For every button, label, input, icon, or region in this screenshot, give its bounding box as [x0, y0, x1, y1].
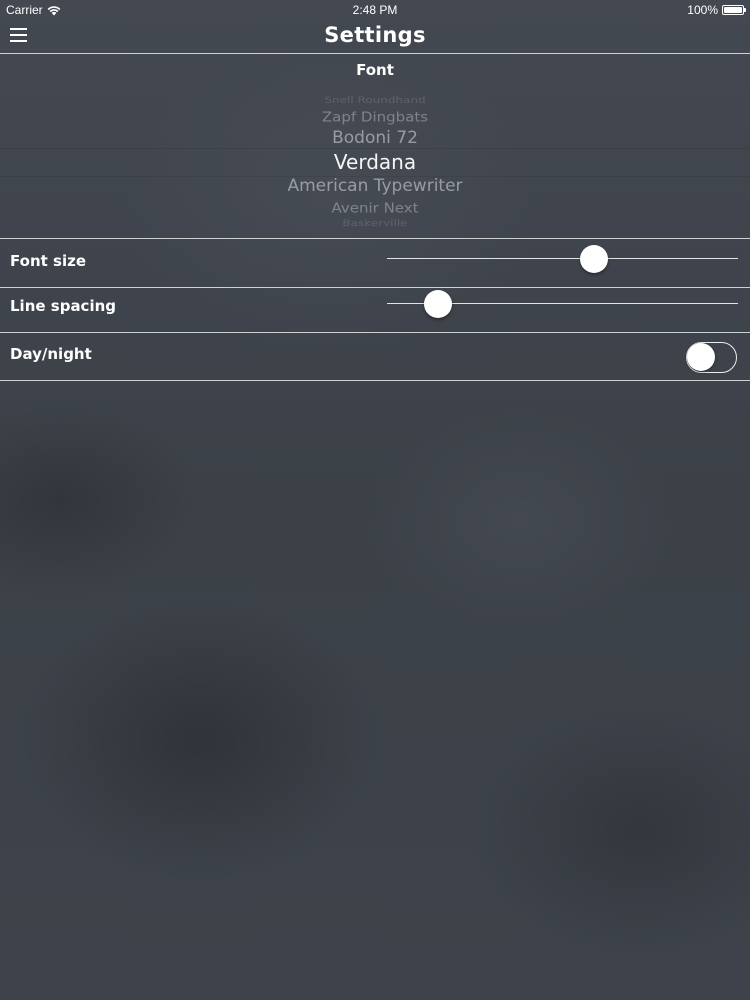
line-spacing-row: Line spacing — [0, 284, 750, 333]
toggle-knob — [687, 343, 715, 371]
font-size-row: Font size — [0, 239, 750, 288]
font-option[interactable]: Snell Roundhand — [0, 95, 750, 105]
nav-bar: Settings — [0, 20, 750, 54]
day-night-row: Day/night — [0, 332, 750, 381]
picker-selection-line-top — [0, 148, 750, 149]
page-title: Settings — [324, 23, 426, 47]
font-option[interactable]: Bodoni 72 — [0, 128, 750, 148]
status-bar: Carrier 2:48 PM 100% — [0, 0, 750, 20]
font-size-label: Font size — [10, 252, 86, 270]
font-size-slider[interactable] — [387, 244, 738, 274]
line-spacing-label: Line spacing — [10, 297, 117, 315]
battery-percent: 100% — [687, 3, 718, 17]
font-picker[interactable]: Snell Roundhand Zapf Dingbats Bodoni 72 … — [0, 88, 750, 228]
day-night-toggle[interactable] — [686, 342, 737, 373]
line-spacing-slider[interactable] — [387, 289, 738, 319]
slider-thumb[interactable] — [423, 290, 452, 318]
slider-thumb[interactable] — [580, 245, 609, 273]
font-option-selected[interactable]: Verdana — [0, 150, 750, 174]
font-section-title: Font — [356, 61, 394, 79]
font-option[interactable]: American Typewriter — [0, 176, 750, 196]
battery-icon — [722, 5, 746, 15]
battery-indicator: 100% — [687, 3, 746, 17]
font-option[interactable]: Avenir Next — [0, 200, 750, 216]
slider-track — [387, 258, 738, 259]
status-time: 2:48 PM — [352, 3, 398, 17]
font-section: Font Snell Roundhand Zapf Dingbats Bodon… — [0, 54, 750, 239]
font-option[interactable]: Baskerville — [0, 218, 750, 228]
font-option[interactable]: Zapf Dingbats — [0, 109, 750, 125]
day-night-label: Day/night — [10, 345, 92, 363]
